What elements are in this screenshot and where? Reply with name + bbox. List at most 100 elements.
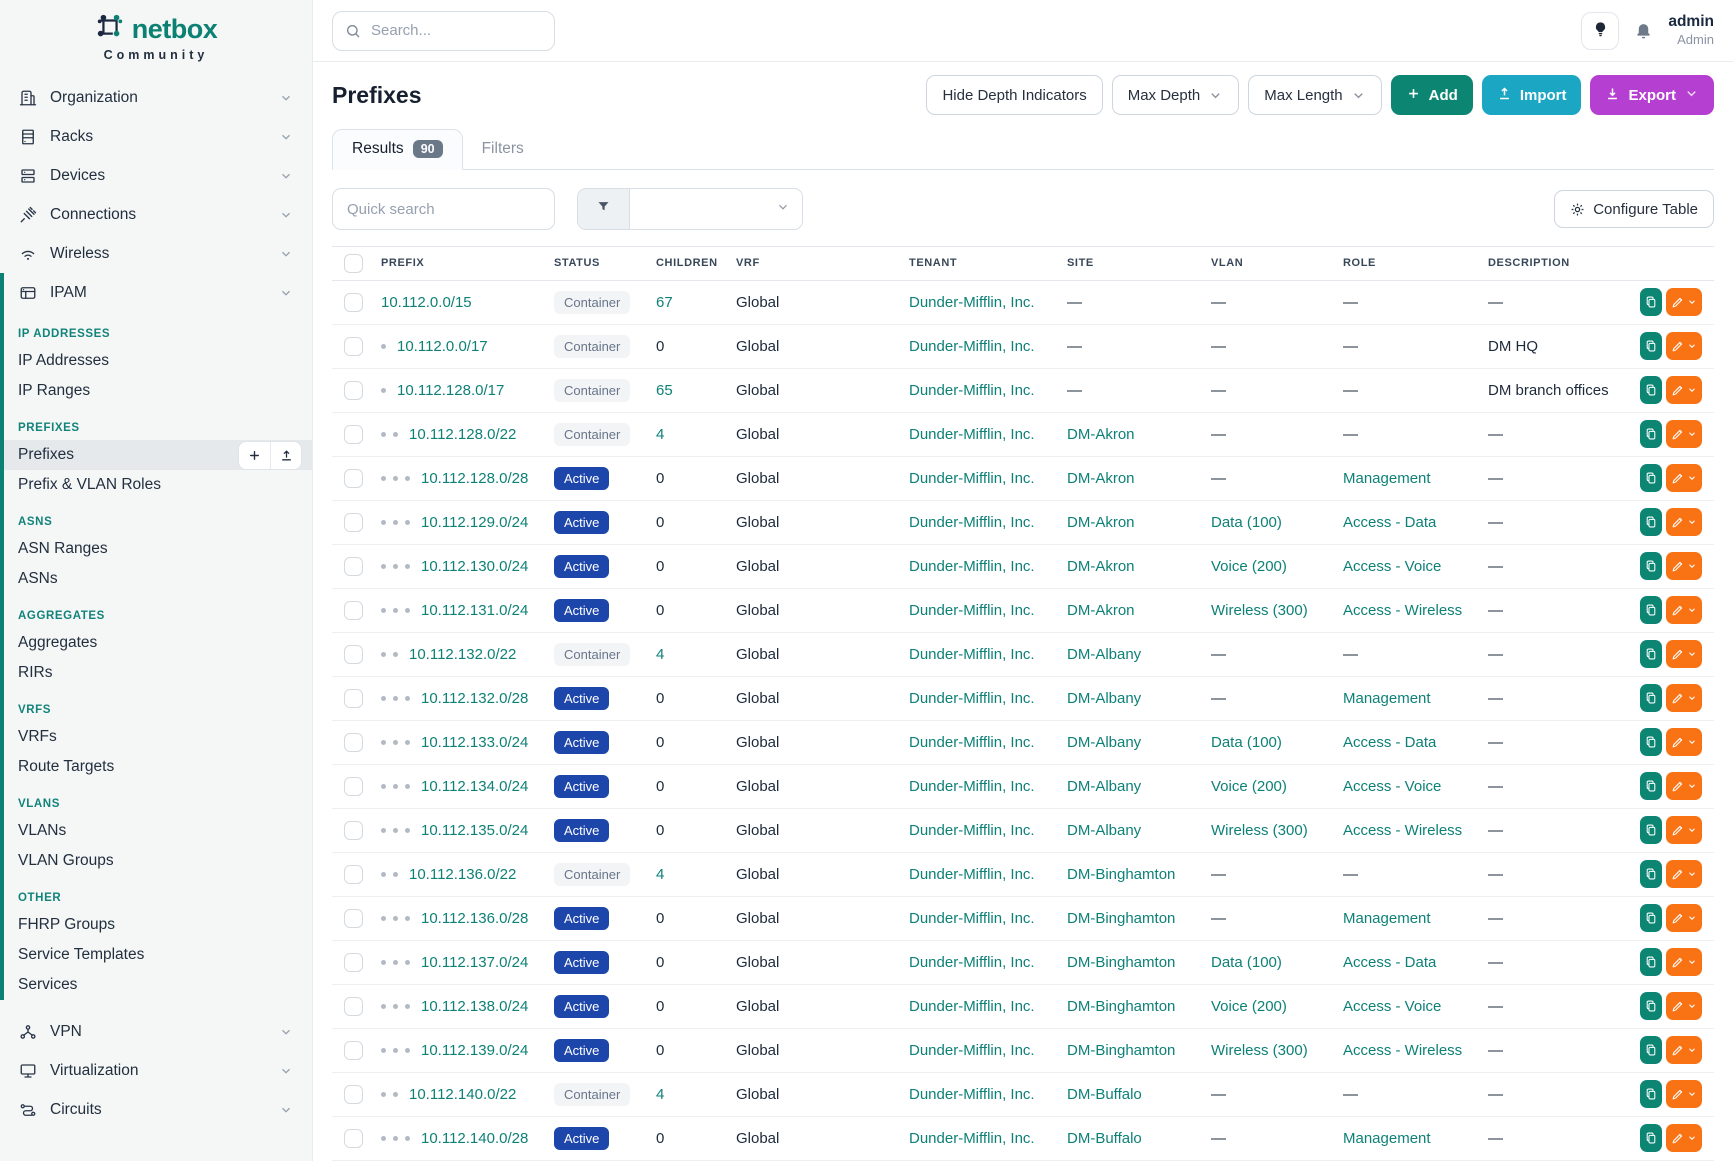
site-link[interactable]: DM-Binghamton xyxy=(1067,954,1175,971)
edit-prefix-button[interactable] xyxy=(1666,596,1702,624)
tenant-link[interactable]: Dunder-Mifflin, Inc. xyxy=(909,470,1035,487)
sidebar-item-route-targets[interactable]: Route Targets xyxy=(4,752,312,782)
sidebar-item-aggregates[interactable]: Aggregates xyxy=(4,628,312,658)
tenant-link[interactable]: Dunder-Mifflin, Inc. xyxy=(909,778,1035,795)
prefix-link[interactable]: 10.112.128.0/22 xyxy=(409,426,516,443)
prefix-link[interactable]: 10.112.128.0/17 xyxy=(397,382,504,399)
clone-prefix-button[interactable] xyxy=(1640,464,1662,492)
clone-prefix-button[interactable] xyxy=(1640,1124,1662,1152)
site-link[interactable]: DM-Albany xyxy=(1067,734,1141,751)
tenant-link[interactable]: Dunder-Mifflin, Inc. xyxy=(909,338,1035,355)
max-length-dropdown[interactable]: Max Length xyxy=(1248,75,1381,115)
sidebar-item-devices[interactable]: Devices xyxy=(0,156,312,195)
site-link[interactable]: DM-Akron xyxy=(1067,426,1135,443)
site-link[interactable]: DM-Albany xyxy=(1067,778,1141,795)
sidebar-item-virtualization[interactable]: Virtualization xyxy=(0,1051,312,1090)
sidebar-item-organization[interactable]: Organization xyxy=(0,78,312,117)
prefix-link[interactable]: 10.112.132.0/22 xyxy=(409,646,516,663)
sidebar-item-vlan-groups[interactable]: VLAN Groups xyxy=(4,846,312,876)
sidebar-item-ip-ranges[interactable]: IP Ranges xyxy=(4,376,312,406)
tenant-link[interactable]: Dunder-Mifflin, Inc. xyxy=(909,1130,1035,1147)
prefix-link[interactable]: 10.112.137.0/24 xyxy=(421,954,528,971)
sidebar-item-ip-addresses[interactable]: IP Addresses xyxy=(4,346,312,376)
role-link[interactable]: Management xyxy=(1343,690,1431,707)
max-depth-dropdown[interactable]: Max Depth xyxy=(1112,75,1240,115)
row-checkbox[interactable] xyxy=(344,777,363,796)
edit-prefix-button[interactable] xyxy=(1666,948,1702,976)
tenant-link[interactable]: Dunder-Mifflin, Inc. xyxy=(909,382,1035,399)
row-checkbox[interactable] xyxy=(344,865,363,884)
col-header-status[interactable]: STATUS xyxy=(542,247,644,280)
tenant-link[interactable]: Dunder-Mifflin, Inc. xyxy=(909,558,1035,575)
edit-prefix-button[interactable] xyxy=(1666,420,1702,448)
role-link[interactable]: Access - Voice xyxy=(1343,558,1441,575)
prefix-link[interactable]: 10.112.134.0/24 xyxy=(421,778,528,795)
sidebar-item-prefix-vlan-roles[interactable]: Prefix & VLAN Roles xyxy=(4,470,312,500)
children-link[interactable]: 4 xyxy=(656,646,664,663)
clone-prefix-button[interactable] xyxy=(1640,1036,1662,1064)
tenant-link[interactable]: Dunder-Mifflin, Inc. xyxy=(909,734,1035,751)
edit-prefix-button[interactable] xyxy=(1666,684,1702,712)
sidebar-item-connections[interactable]: Connections xyxy=(0,195,312,234)
tenant-link[interactable]: Dunder-Mifflin, Inc. xyxy=(909,426,1035,443)
tenant-link[interactable]: Dunder-Mifflin, Inc. xyxy=(909,514,1035,531)
site-link[interactable]: DM-Binghamton xyxy=(1067,1042,1175,1059)
role-link[interactable]: Management xyxy=(1343,470,1431,487)
prefix-link[interactable]: 10.112.139.0/24 xyxy=(421,1042,528,1059)
site-link[interactable]: DM-Buffalo xyxy=(1067,1130,1142,1147)
quick-search-input[interactable] xyxy=(332,188,555,230)
sidebar-item-rirs[interactable]: RIRs xyxy=(4,658,312,688)
edit-prefix-button[interactable] xyxy=(1666,464,1702,492)
prefix-link[interactable]: 10.112.138.0/24 xyxy=(421,998,528,1015)
prefix-link[interactable]: 10.112.0.0/17 xyxy=(397,338,488,355)
row-checkbox[interactable] xyxy=(344,557,363,576)
theme-toggle-button[interactable] xyxy=(1581,12,1619,50)
vlan-link[interactable]: Wireless (300) xyxy=(1211,822,1308,839)
site-link[interactable]: DM-Binghamton xyxy=(1067,998,1175,1015)
row-checkbox[interactable] xyxy=(344,513,363,532)
tenant-link[interactable]: Dunder-Mifflin, Inc. xyxy=(909,910,1035,927)
site-link[interactable]: DM-Buffalo xyxy=(1067,1086,1142,1103)
sidebar-item-asns[interactable]: ASNs xyxy=(4,564,312,594)
row-checkbox[interactable] xyxy=(344,733,363,752)
export-dropdown-button[interactable]: Export xyxy=(1590,75,1714,115)
clone-prefix-button[interactable] xyxy=(1640,904,1662,932)
clone-prefix-button[interactable] xyxy=(1640,420,1662,448)
user-menu[interactable]: admin Admin xyxy=(1668,13,1714,47)
clone-prefix-button[interactable] xyxy=(1640,508,1662,536)
site-link[interactable]: DM-Albany xyxy=(1067,822,1141,839)
clone-prefix-button[interactable] xyxy=(1640,332,1662,360)
vlan-link[interactable]: Data (100) xyxy=(1211,514,1282,531)
clone-prefix-button[interactable] xyxy=(1640,552,1662,580)
edit-prefix-button[interactable] xyxy=(1666,1036,1702,1064)
clone-prefix-button[interactable] xyxy=(1640,684,1662,712)
row-checkbox[interactable] xyxy=(344,1085,363,1104)
edit-prefix-button[interactable] xyxy=(1666,552,1702,580)
row-checkbox[interactable] xyxy=(344,1129,363,1148)
prefix-link[interactable]: 10.112.131.0/24 xyxy=(421,602,528,619)
col-header-vlan[interactable]: VLAN xyxy=(1199,247,1331,280)
col-header-description[interactable]: DESCRIPTION xyxy=(1476,247,1628,280)
tab-results[interactable]: Results 90 xyxy=(332,129,463,170)
children-link[interactable]: 4 xyxy=(656,1086,664,1103)
sidebar-item-ipam[interactable]: IPAM xyxy=(4,273,312,312)
row-checkbox[interactable] xyxy=(344,997,363,1016)
sidebar-item-fhrp-groups[interactable]: FHRP Groups xyxy=(4,910,312,940)
sidebar-item-racks[interactable]: Racks xyxy=(0,117,312,156)
sidebar-item-vpn[interactable]: VPN xyxy=(0,1012,312,1051)
edit-prefix-button[interactable] xyxy=(1666,508,1702,536)
filter-funnel-button[interactable] xyxy=(578,189,630,229)
tenant-link[interactable]: Dunder-Mifflin, Inc. xyxy=(909,690,1035,707)
role-link[interactable]: Access - Voice xyxy=(1343,998,1441,1015)
site-link[interactable]: DM-Akron xyxy=(1067,514,1135,531)
clone-prefix-button[interactable] xyxy=(1640,948,1662,976)
tenant-link[interactable]: Dunder-Mifflin, Inc. xyxy=(909,1042,1035,1059)
edit-prefix-button[interactable] xyxy=(1666,332,1702,360)
global-search[interactable] xyxy=(332,11,555,51)
prefix-link[interactable]: 10.112.132.0/28 xyxy=(421,690,528,707)
row-checkbox[interactable] xyxy=(344,645,363,664)
edit-prefix-button[interactable] xyxy=(1666,772,1702,800)
prefix-link[interactable]: 10.112.0.0/15 xyxy=(381,294,472,311)
sidebar-item-prefixes[interactable]: Prefixes xyxy=(4,440,312,470)
clone-prefix-button[interactable] xyxy=(1640,1080,1662,1108)
